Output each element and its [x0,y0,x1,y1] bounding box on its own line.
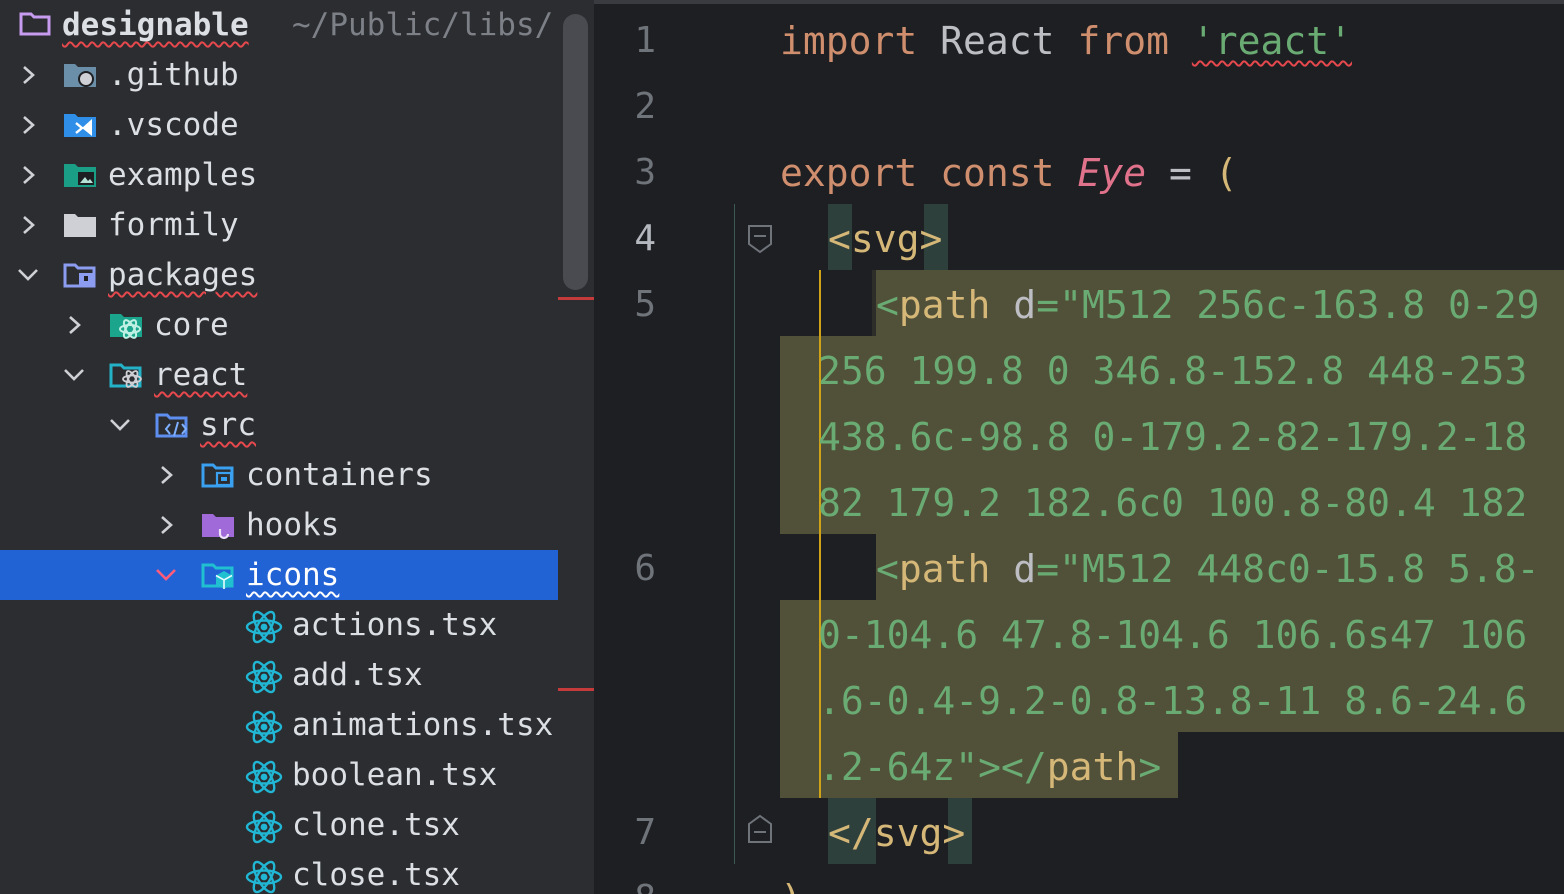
code-editor[interactable]: 1 2 3 4 5 6 7 8 import React from 'react… [594,0,1564,894]
line-number: 2 [634,86,656,127]
tree-item-designable[interactable]: designable ~/Public/libs/ [0,0,558,50]
chevron-down-icon[interactable] [154,563,178,587]
line-number: 5 [634,284,656,325]
tree-item-hooks[interactable]: hooks [0,500,558,550]
image-folder-icon [62,157,98,193]
tree-item-label: icons [246,557,340,593]
tree-scrollbar[interactable] [563,14,588,290]
code-line-4[interactable]: <svg> [828,206,942,272]
code-line-6-wrap-1[interactable]: 0-104.6 47.8-104.6 106.6s47 106 [818,602,1527,668]
code-line-6-wrap-2[interactable]: .6-0.4-9.2-0.8-13.8-11 8.6-24.6 [818,668,1527,734]
tree-item-label: clone.tsx [292,807,460,843]
container-folder-icon [200,457,236,493]
chevron-down-icon[interactable] [62,363,86,387]
react-file-icon [244,707,283,744]
chevron-down-icon[interactable] [16,263,40,287]
react-file-icon [244,607,283,644]
hook-folder-icon [200,507,236,543]
react-file-icon [244,807,283,844]
code-line-7[interactable]: </svg> [828,800,965,866]
tree-item-label: .vscode [108,107,239,143]
tree-item-label: animations.tsx [292,707,554,743]
chevron-right-icon[interactable] [16,213,40,237]
react-folder-icon [108,357,144,393]
tree-file-add[interactable]: add.tsx [0,650,558,700]
tree-item-formily[interactable]: formily [0,200,558,250]
tree-root-path: ~/Public/libs/ [292,7,554,43]
chevron-right-icon[interactable] [154,513,178,537]
chevron-right-icon[interactable] [62,313,86,337]
tree-file-boolean[interactable]: boolean.tsx [0,750,558,800]
line-number: 1 [634,20,656,61]
github-folder-icon [62,57,98,93]
line-number-current: 4 [634,218,656,259]
tree-item-label: examples [108,157,258,193]
tree-file-clone[interactable]: clone.tsx [0,800,558,850]
tree-item-icons[interactable]: icons [0,550,558,600]
line-number: 8 [594,866,656,894]
chevron-right-icon[interactable] [154,463,178,487]
react-file-icon [244,857,283,894]
tree-item-label: packages [108,257,258,293]
tree-item-label: src [200,407,256,443]
tree-item-label: actions.tsx [292,607,498,643]
tree-item-packages[interactable]: packages [0,250,558,300]
tree-item-label: add.tsx [292,657,423,693]
chevron-right-icon[interactable] [16,163,40,187]
chevron-right-icon[interactable] [16,63,40,87]
code-line-8[interactable]: ) [780,866,803,894]
tree-item-containers[interactable]: containers [0,450,558,500]
tree-item-examples[interactable]: examples [0,150,558,200]
module-string: 'react' [1191,19,1353,63]
code-line-3[interactable]: export const Eye = ( [780,140,1238,206]
line-number: 3 [634,152,656,193]
code-line-5-wrap-1[interactable]: 256 199.8 0 346.8-152.8 448-253 [818,338,1527,404]
chevron-down-icon[interactable] [108,413,132,437]
tree-item-label: hooks [246,507,340,543]
chevron-right-icon[interactable] [16,113,40,137]
line-number: 7 [634,812,656,853]
tree-item-label: .github [108,57,239,93]
package-folder-icon [62,257,98,293]
tree-item-label: containers [246,457,433,493]
code-line-6-wrap-3[interactable]: .2-64z"></path> [818,734,1161,800]
tree-root-name: designable [62,7,249,43]
folder-icon [18,5,54,41]
error-stripe-mark[interactable] [558,297,594,300]
project-tree: designable ~/Public/libs/ .github .vscod… [0,0,594,894]
tree-item-github[interactable]: .github [0,50,558,100]
source-folder-icon [154,407,190,443]
react-file-icon [244,657,283,694]
code-line-5-wrap-2[interactable]: 438.6c-98.8 0-179.2-82-179.2-18 [818,404,1527,470]
ide-window: designable ~/Public/libs/ .github .vscod… [0,0,1564,894]
tree-item-label: formily [108,207,239,243]
icons-folder-icon [200,557,236,593]
code-line-6[interactable]: <path d="M512 448c0-15.8 5.8- [876,536,1540,602]
tree-item-vscode[interactable]: .vscode [0,100,558,150]
line-number: 6 [634,548,656,589]
tree-item-core[interactable]: core [0,300,558,350]
tree-item-src[interactable]: src [0,400,558,450]
tree-item-label: core [154,307,229,343]
tree-item-label: boolean.tsx [292,757,498,793]
react-file-icon [244,757,283,794]
folder-icon [62,207,98,243]
tree-file-actions[interactable]: actions.tsx [0,600,558,650]
code-line-5[interactable]: <path d="M512 256c-163.8 0-29 [876,272,1540,338]
tree-file-close[interactable]: close.tsx [0,850,558,894]
code-line-5-wrap-3[interactable]: 82 179.2 182.6c0 100.8-80.4 182 [818,470,1527,536]
tree-item-label: close.tsx [292,857,460,893]
line-number-gutter: 1 2 3 4 5 6 7 8 [594,0,760,894]
tree-item-react[interactable]: react [0,350,558,400]
error-stripe-mark[interactable] [558,688,594,691]
code-line-1[interactable]: import React from 'react' [780,8,1352,74]
atom-folder-icon [108,307,144,343]
tree-item-label: react [154,357,248,393]
vscode-folder-icon [62,107,98,143]
tree-file-animations[interactable]: animations.tsx [0,700,558,750]
